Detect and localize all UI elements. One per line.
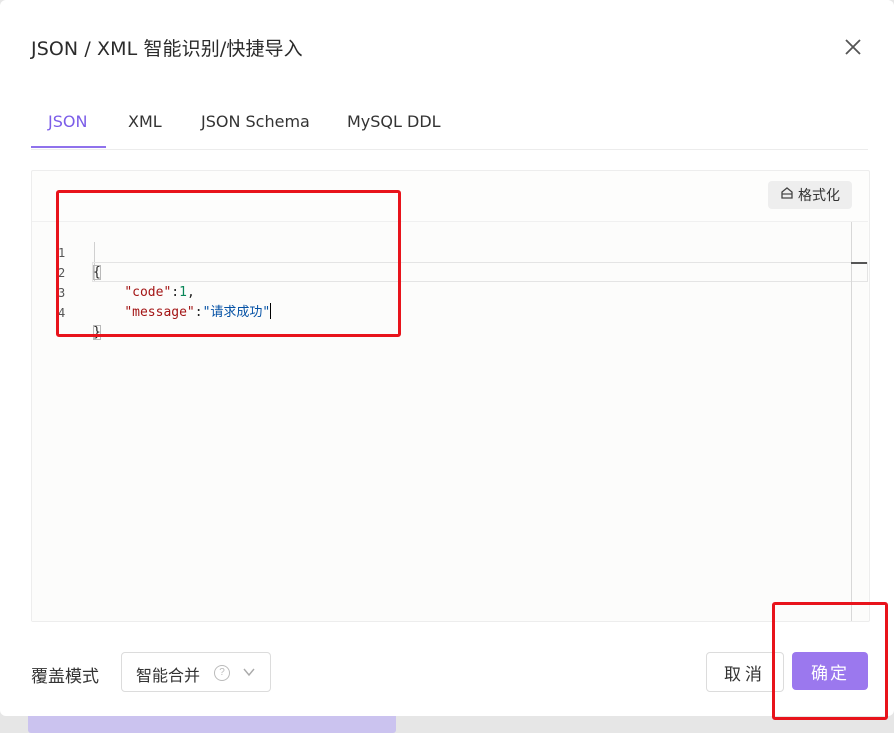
active-tab-indicator bbox=[31, 146, 106, 148]
tab-json[interactable]: JSON bbox=[48, 112, 87, 131]
format-label: 格式化 bbox=[798, 188, 840, 204]
close-icon[interactable] bbox=[841, 35, 865, 59]
tab-bar: JSON XML JSON Schema MySQL DDL bbox=[31, 100, 868, 150]
mode-select[interactable]: 智能合并 ? bbox=[121, 652, 271, 692]
annotation-box-confirm bbox=[772, 602, 888, 720]
tab-mysql-ddl[interactable]: MySQL DDL bbox=[347, 112, 441, 131]
dialog-title: JSON / XML 智能识别/快捷导入 bbox=[31, 38, 303, 60]
help-icon[interactable]: ? bbox=[214, 665, 230, 681]
scrollbar-position-marker bbox=[851, 262, 867, 264]
tab-json-schema[interactable]: JSON Schema bbox=[201, 112, 310, 131]
format-icon bbox=[780, 186, 794, 204]
vertical-scrollbar[interactable] bbox=[851, 222, 852, 621]
format-button[interactable]: 格式化 bbox=[768, 181, 852, 209]
import-dialog: JSON / XML 智能识别/快捷导入 JSON XML JSON Schem… bbox=[0, 0, 894, 716]
background-strip bbox=[28, 713, 396, 733]
chevron-down-icon bbox=[242, 665, 256, 684]
annotation-box-code bbox=[56, 190, 401, 337]
tab-xml[interactable]: XML bbox=[128, 112, 162, 131]
mode-select-value: 智能合并 bbox=[136, 666, 201, 685]
mode-label: 覆盖模式 bbox=[31, 667, 99, 687]
